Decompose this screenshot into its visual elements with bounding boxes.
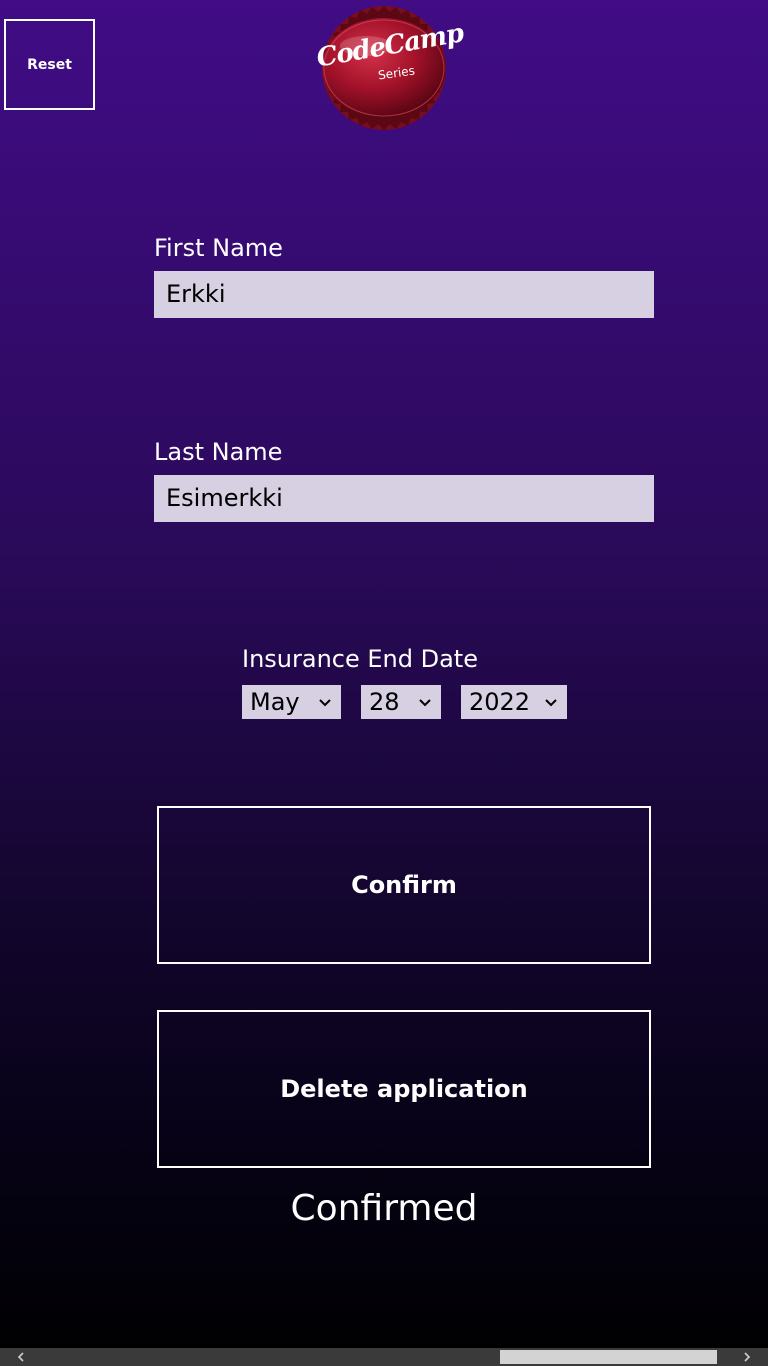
first-name-label: First Name [154, 234, 283, 262]
year-value: 2022 [469, 688, 531, 716]
confirm-button[interactable]: Confirm [157, 806, 651, 964]
scrollbar-thumb[interactable] [500, 1350, 717, 1364]
chevron-right-icon[interactable] [738, 1348, 756, 1366]
delete-application-button[interactable]: Delete application [157, 1010, 651, 1168]
chevron-left-icon[interactable] [12, 1348, 30, 1366]
chevron-down-icon [319, 699, 331, 707]
codecamp-logo: CodeCamp Series [308, 6, 465, 130]
last-name-label: Last Name [154, 438, 283, 466]
status-text: Confirmed [290, 1188, 478, 1229]
horizontal-scrollbar[interactable] [0, 1348, 768, 1366]
insurance-end-date-label: Insurance End Date [242, 645, 478, 673]
reset-button[interactable]: Reset [4, 19, 95, 110]
day-value: 28 [369, 688, 400, 716]
chevron-down-icon [545, 699, 557, 707]
chevron-down-icon [419, 699, 431, 707]
day-select[interactable]: 28 [361, 685, 441, 719]
month-select[interactable]: May [242, 685, 341, 719]
first-name-input[interactable]: Erkki [154, 271, 654, 318]
month-value: May [250, 688, 300, 716]
last-name-input[interactable]: Esimerkki [154, 475, 654, 522]
year-select[interactable]: 2022 [461, 685, 567, 719]
